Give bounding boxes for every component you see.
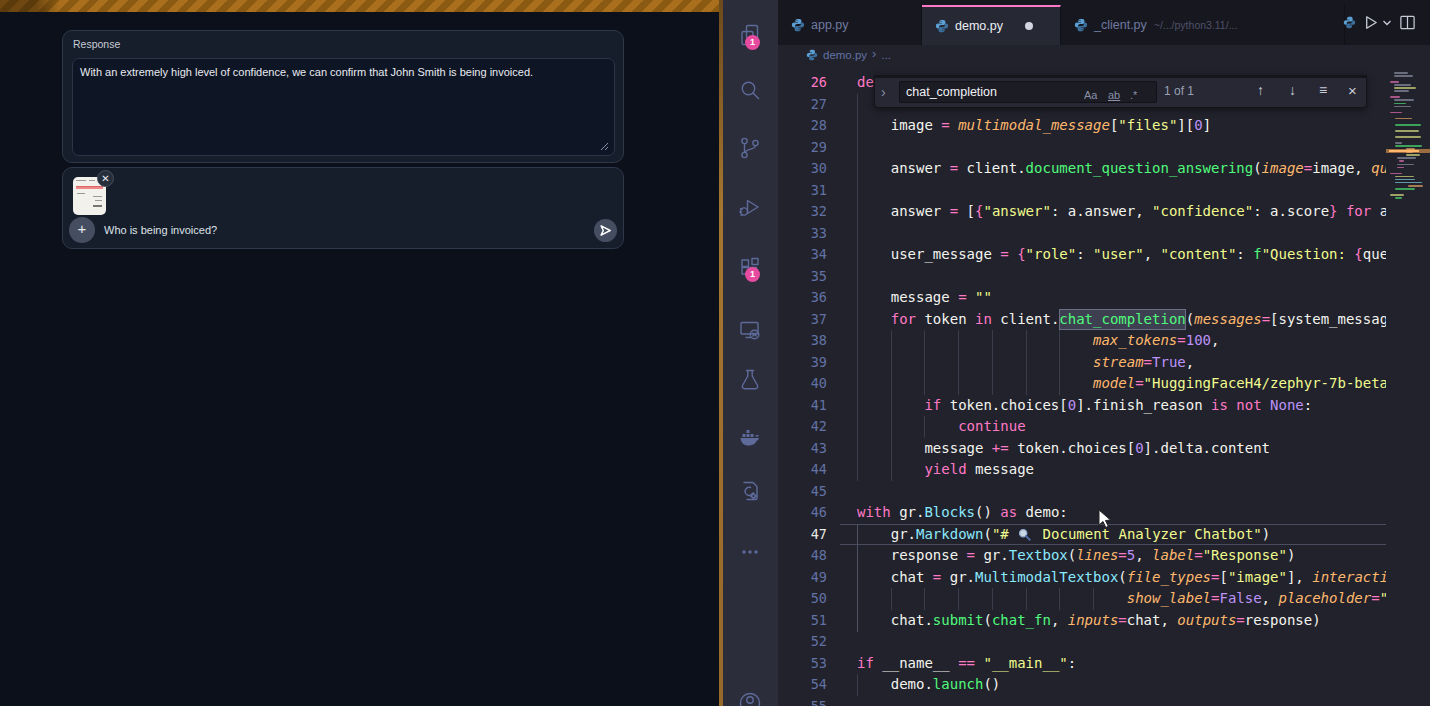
chat-input-placeholder[interactable]: Who is being invoiced? [104, 224, 217, 236]
code-line[interactable] [778, 266, 1386, 288]
source-control-icon[interactable] [737, 135, 763, 161]
code-line[interactable]: response = gr.Textbox(lines=5, label="Re… [778, 545, 1386, 567]
code-line[interactable]: answer = [{"answer": a.answer, "confiden… [778, 201, 1386, 223]
whole-word-button[interactable]: ab [1108, 85, 1120, 105]
extensions-badge: 1 [745, 267, 760, 282]
response-textarea[interactable]: With an extremely high level of confiden… [72, 58, 615, 156]
code-line[interactable]: user_message = {"role": "user", "content… [778, 244, 1386, 266]
code-line[interactable]: message += token.choices[0].delta.conten… [778, 438, 1386, 460]
split-editor-button[interactable] [1399, 14, 1416, 31]
modified-dot[interactable] [1025, 22, 1033, 30]
find-widget: › chat_completion Aa ab .* 1 of 1 ↑ ↓ ≡ … [874, 75, 1367, 108]
find-previous-button[interactable]: ↑ [1257, 82, 1264, 98]
tab-label: app.py [811, 18, 849, 32]
more-icon[interactable] [737, 539, 763, 565]
code-line[interactable] [778, 631, 1386, 653]
code-line[interactable] [778, 223, 1386, 245]
code-line[interactable]: chat = gr.MultimodalTextbox(file_types=[… [778, 567, 1386, 589]
resize-handle-icon[interactable] [600, 142, 609, 151]
code-editor[interactable]: def chat_fn(multimodal_message): image =… [778, 72, 1386, 706]
find-query: chat_completion [906, 85, 997, 99]
python-icon [935, 19, 949, 33]
minimap[interactable] [1386, 68, 1430, 706]
send-button[interactable] [594, 219, 617, 242]
find-input[interactable]: chat_completion Aa ab .* [899, 81, 1157, 103]
code-line[interactable]: max_tokens=100, [778, 330, 1386, 352]
vscode-window: 1 1 [723, 0, 1430, 706]
python-icon [791, 18, 805, 32]
chat-input-panel: ✕ + Who is being invoiced? [62, 167, 624, 249]
account-icon[interactable] [737, 690, 763, 706]
code-line[interactable]: for token in client.chat_completion(mess… [778, 309, 1386, 331]
response-text: With an extremely high level of confiden… [80, 66, 533, 78]
code-line[interactable]: continue [778, 416, 1386, 438]
python-icon-clipped [1343, 16, 1356, 29]
code-line[interactable]: show_label=False, placeholder="Upload an… [778, 588, 1386, 610]
code-line[interactable]: if token.choices[0].finish_reason is not… [778, 395, 1386, 417]
remove-image-button[interactable]: ✕ [97, 170, 114, 187]
code-line[interactable]: demo.launch() [778, 674, 1386, 696]
code-line[interactable]: if __name__ == "__main__": [778, 653, 1386, 675]
find-close-button[interactable]: × [1348, 82, 1357, 99]
response-label: Response [73, 38, 120, 50]
breadcrumb-separator: › [872, 46, 876, 61]
tab-label: demo.py [955, 19, 1003, 33]
breadcrumb-more[interactable]: ... [881, 49, 891, 61]
tab-description: ~/.../python3.11/... [1154, 19, 1238, 31]
code-line[interactable]: with gr.Blocks() as demo: [778, 502, 1386, 524]
remote-explorer-icon[interactable] [737, 317, 763, 343]
python-icon [1074, 18, 1088, 32]
add-file-button[interactable]: + [69, 217, 95, 243]
tab-app-py[interactable]: app.py [778, 5, 922, 45]
code-line[interactable] [778, 481, 1386, 503]
activity-bar: 1 1 [723, 0, 778, 706]
code-line[interactable]: model="HuggingFaceH4/zephyr-7b-beta", [778, 373, 1386, 395]
cmake-tools-icon[interactable] [737, 479, 763, 505]
run-debug-icon[interactable] [737, 194, 763, 220]
tab-bar: app.py demo.py _client.py ~/.../python3.… [778, 0, 1430, 45]
breadcrumb-file[interactable]: demo.py [823, 49, 867, 61]
code-line[interactable] [778, 137, 1386, 159]
find-next-button[interactable]: ↓ [1289, 82, 1296, 98]
find-results-count: 1 of 1 [1164, 84, 1194, 98]
code-line[interactable]: image = multimodal_message["files"][0] [778, 115, 1386, 137]
find-expand-chevron[interactable]: › [881, 84, 886, 100]
tab-demo-py[interactable]: demo.py [922, 5, 1061, 45]
run-button[interactable] [1361, 13, 1380, 32]
code-line[interactable]: gr.Markdown("# Document Analyzer Chatbot… [778, 524, 1386, 546]
send-icon [598, 223, 613, 238]
breadcrumb[interactable]: demo.py › ... [778, 45, 1430, 68]
code-line[interactable]: stream=True, [778, 352, 1386, 374]
python-icon [806, 49, 818, 61]
tab-client-py[interactable]: _client.py ~/.../python3.11/... [1061, 5, 1345, 45]
response-panel: Response With an extremely high level of… [62, 30, 624, 163]
tab-label: _client.py [1094, 18, 1147, 32]
search-icon[interactable] [737, 77, 763, 103]
progress-bar [0, 0, 719, 12]
code-line[interactable]: chat.submit(chat_fn, inputs=chat, output… [778, 610, 1386, 632]
docker-icon[interactable] [737, 424, 763, 450]
code-line[interactable]: answer = client.document_question_answer… [778, 158, 1386, 180]
testing-icon[interactable] [737, 367, 763, 393]
regex-button[interactable]: .* [1130, 85, 1137, 105]
code-line[interactable]: message = "" [778, 287, 1386, 309]
gradio-app: Response With an extremely high level of… [0, 0, 719, 706]
code-line[interactable] [778, 180, 1386, 202]
editor-actions [1341, 0, 1430, 45]
code-line[interactable]: yield message [778, 459, 1386, 481]
mouse-cursor [1098, 509, 1112, 529]
code-line[interactable] [778, 696, 1386, 706]
match-case-button[interactable]: Aa [1084, 85, 1097, 105]
find-in-selection-button[interactable]: ≡ [1319, 82, 1327, 98]
run-dropdown-chevron[interactable] [1382, 19, 1392, 27]
explorer-badge: 1 [745, 35, 760, 50]
